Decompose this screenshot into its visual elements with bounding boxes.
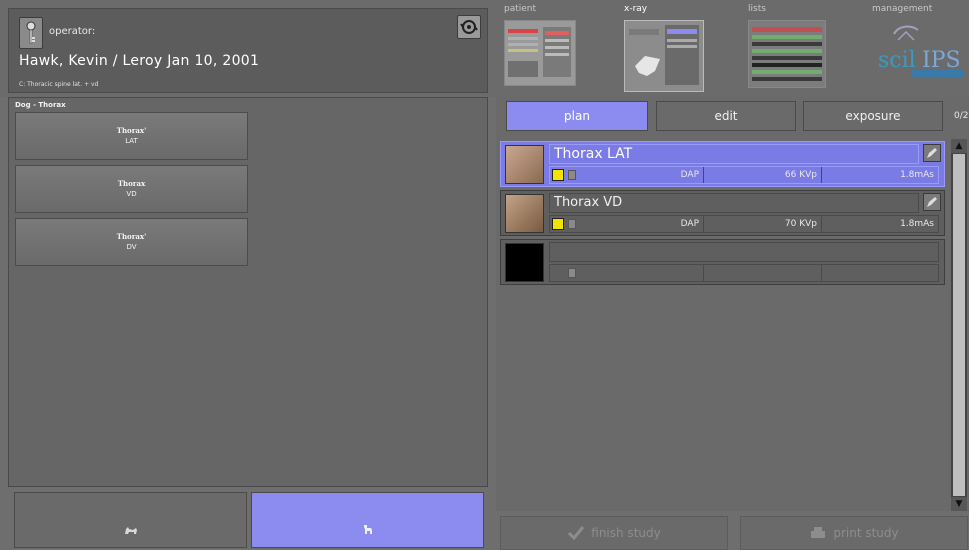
procedure-button-thorax-vd[interactable]: Thorax VD xyxy=(15,165,248,213)
kvp-value: 70 KVp xyxy=(704,216,822,232)
radiation-icon xyxy=(552,169,564,181)
svg-text:scil: scil xyxy=(878,48,916,73)
patient-name: Hawk, Kevin / Leroy Jan 10, 2001 xyxy=(19,53,260,69)
module-patient[interactable]: patient xyxy=(500,4,580,92)
exposure-values xyxy=(549,264,939,282)
svg-text:IPS: IPS xyxy=(922,48,961,73)
finish-study-button[interactable]: finish study xyxy=(500,516,728,550)
module-lists[interactable]: lists xyxy=(746,4,830,92)
mas-value: 1.8mAs xyxy=(900,219,934,229)
key-icon xyxy=(26,21,36,44)
cat-icon xyxy=(124,527,137,534)
study-description: C: Thoracic spine lat. + vd xyxy=(19,81,99,88)
exposure-name: Thorax LAT xyxy=(549,144,919,164)
species-selector xyxy=(14,492,486,548)
exposure-values: DAP 70 KVp 1.8mAs xyxy=(549,215,939,233)
switch-user-icon xyxy=(460,20,478,34)
module-patient-thumbnail xyxy=(504,20,576,86)
procedure-title: Thorax' xyxy=(116,126,147,135)
procedure-list-panel: Dog - Thorax Thorax' LAT Thorax VD Thora… xyxy=(8,97,488,487)
operator-key-button[interactable] xyxy=(19,17,43,49)
procedure-view: DV xyxy=(126,243,137,251)
exposure-thumbnail xyxy=(505,194,544,233)
delete-icon[interactable] xyxy=(568,268,576,278)
procedure-group-title: Dog - Thorax xyxy=(15,101,66,109)
exposure-row[interactable]: Thorax VD DAP 70 KVp 1.8mAs xyxy=(500,190,945,236)
tab-plan[interactable]: plan xyxy=(506,101,648,131)
procedure-view: LAT xyxy=(125,137,138,145)
dap-value xyxy=(584,265,704,281)
scil-ips-logo: scil IPS xyxy=(858,20,966,90)
tab-exposure[interactable]: exposure xyxy=(803,101,943,131)
procedure-title: Thorax xyxy=(117,179,146,188)
switch-user-button[interactable] xyxy=(457,15,481,39)
module-xray-thumbnail xyxy=(624,20,704,92)
procedure-button-thorax-lat[interactable]: Thorax' LAT xyxy=(15,112,248,160)
kvp-value xyxy=(704,265,822,281)
procedure-view: VD xyxy=(126,190,137,198)
radiation-icon xyxy=(552,218,564,230)
exposure-name xyxy=(549,242,939,262)
delete-icon[interactable] xyxy=(568,170,576,180)
edit-exposure-button[interactable] xyxy=(923,193,941,211)
module-management-label: management xyxy=(872,4,933,14)
scroll-down-button[interactable]: ▼ xyxy=(951,497,967,511)
print-study-button[interactable]: print study xyxy=(740,516,968,550)
tab-edit[interactable]: edit xyxy=(656,101,796,131)
mas-value: 1.8mAs xyxy=(900,170,934,180)
module-management[interactable]: management scil IPS xyxy=(858,4,966,92)
module-lists-label: lists xyxy=(748,4,766,14)
species-dog-button[interactable] xyxy=(251,492,484,548)
checkmark-icon xyxy=(568,526,585,541)
header-bar: operator: Hawk, Kevin / Leroy Jan 10, 20… xyxy=(0,0,969,97)
pencil-icon xyxy=(927,197,937,207)
dap-value: DAP xyxy=(584,216,704,232)
finish-study-label: finish study xyxy=(591,526,661,540)
kvp-value: 66 KVp xyxy=(704,167,822,183)
pencil-icon xyxy=(927,148,937,158)
procedure-title: Thorax' xyxy=(116,232,147,241)
module-lists-thumbnail xyxy=(748,20,826,88)
dap-value: DAP xyxy=(584,167,704,183)
print-study-label: print study xyxy=(833,526,899,540)
exposure-row[interactable] xyxy=(500,239,945,285)
scroll-up-button[interactable]: ▲ xyxy=(951,139,967,153)
procedure-button-thorax-dv[interactable]: Thorax' DV xyxy=(15,218,248,266)
operator-label: operator: xyxy=(49,26,96,37)
species-cat-button[interactable] xyxy=(14,492,247,548)
module-patient-label: patient xyxy=(504,4,537,14)
mas-value xyxy=(822,265,938,281)
exposure-values: DAP 66 KVp 1.8mAs xyxy=(549,166,939,184)
exposure-thumbnail xyxy=(505,145,544,184)
exposure-name: Thorax VD xyxy=(549,193,919,213)
delete-icon[interactable] xyxy=(568,219,576,229)
edit-exposure-button[interactable] xyxy=(923,144,941,162)
exposure-panel: plan edit exposure 0/2 Thorax LAT DAP 66… xyxy=(496,97,969,511)
exposure-thumbnail xyxy=(505,243,544,282)
patient-info-panel: operator: Hawk, Kevin / Leroy Jan 10, 20… xyxy=(8,8,488,93)
module-xray-label: x-ray xyxy=(624,4,648,14)
scroll-track[interactable] xyxy=(953,154,965,496)
exposure-scrollbar[interactable]: ▲ ▼ xyxy=(951,139,967,511)
dog-icon xyxy=(363,525,372,534)
exposure-row[interactable]: Thorax LAT DAP 66 KVp 1.8mAs xyxy=(500,141,945,187)
module-xray[interactable]: x-ray xyxy=(622,4,706,92)
printer-icon xyxy=(811,527,826,538)
exposure-counter: 0/2 xyxy=(954,111,969,121)
